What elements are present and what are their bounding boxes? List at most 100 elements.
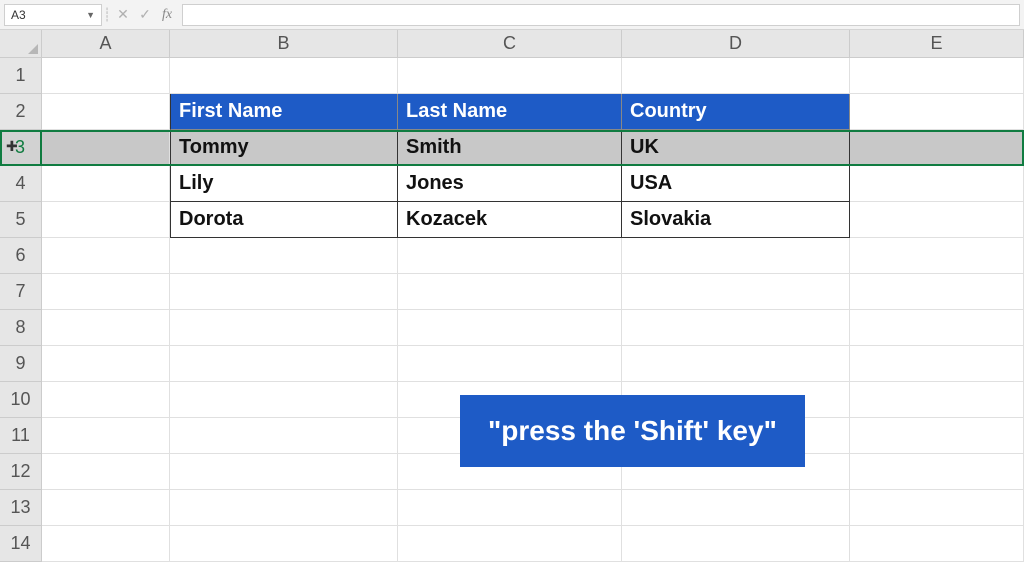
cell[interactable] — [850, 346, 1024, 382]
cell[interactable] — [850, 526, 1024, 562]
row-header-2[interactable]: 2 — [0, 94, 42, 130]
cell[interactable] — [42, 382, 170, 418]
cell[interactable] — [850, 58, 1024, 94]
row-header-5[interactable]: 5 — [0, 202, 42, 238]
cell[interactable] — [398, 526, 622, 562]
cell[interactable] — [170, 454, 398, 490]
col-header-C[interactable]: C — [398, 30, 622, 58]
cell[interactable] — [170, 58, 398, 94]
table-row — [42, 490, 1024, 526]
table-row — [42, 526, 1024, 562]
formula-input[interactable] — [182, 4, 1020, 26]
cell[interactable] — [398, 58, 622, 94]
cell[interactable] — [622, 490, 850, 526]
cell[interactable] — [170, 310, 398, 346]
cell[interactable] — [622, 238, 850, 274]
col-header-A[interactable]: A — [42, 30, 170, 58]
cell[interactable] — [850, 310, 1024, 346]
cell[interactable] — [42, 418, 170, 454]
row-header-14[interactable]: 14 — [0, 526, 42, 562]
cell[interactable] — [170, 526, 398, 562]
cell[interactable] — [850, 382, 1024, 418]
cell[interactable] — [42, 130, 170, 166]
fx-icon[interactable]: fx — [156, 4, 178, 26]
cell[interactable] — [170, 274, 398, 310]
cell[interactable] — [622, 58, 850, 94]
cell[interactable] — [42, 238, 170, 274]
cell[interactable] — [170, 418, 398, 454]
row-header-9[interactable]: 9 — [0, 346, 42, 382]
cell[interactable] — [42, 526, 170, 562]
col-header-D[interactable]: D — [622, 30, 850, 58]
row-header-6[interactable]: 6 — [0, 238, 42, 274]
header-first-name[interactable]: First Name — [170, 94, 398, 130]
cell[interactable] — [850, 94, 1024, 130]
cell-last-name[interactable]: Smith — [398, 130, 622, 166]
row-header-7[interactable]: 7 — [0, 274, 42, 310]
cell[interactable] — [850, 238, 1024, 274]
cell-first-name[interactable]: Dorota — [170, 202, 398, 238]
cell[interactable] — [398, 490, 622, 526]
cell[interactable] — [398, 346, 622, 382]
cell[interactable] — [42, 310, 170, 346]
row-headers: 1 2 3 4 5 6 7 8 9 10 11 12 13 14 — [0, 58, 42, 562]
chevron-down-icon[interactable]: ▼ — [86, 10, 95, 20]
row-header-10[interactable]: 10 — [0, 382, 42, 418]
row-header-13[interactable]: 13 — [0, 490, 42, 526]
col-header-E[interactable]: E — [850, 30, 1024, 58]
cell[interactable] — [42, 94, 170, 130]
cell[interactable] — [622, 310, 850, 346]
row-header-8[interactable]: 8 — [0, 310, 42, 346]
cell[interactable] — [398, 274, 622, 310]
table-row — [42, 58, 1024, 94]
table-row: First Name Last Name Country — [42, 94, 1024, 130]
cell[interactable] — [622, 274, 850, 310]
row-header-11[interactable]: 11 — [0, 418, 42, 454]
row-header-3[interactable]: 3 — [0, 130, 42, 166]
cell[interactable] — [622, 346, 850, 382]
formula-bar: A3 ▼ ┊ ✕ ✓ fx — [0, 0, 1024, 30]
cell[interactable] — [170, 238, 398, 274]
cell[interactable] — [850, 202, 1024, 238]
cell[interactable] — [42, 274, 170, 310]
header-last-name[interactable]: Last Name — [398, 94, 622, 130]
row-header-1[interactable]: 1 — [0, 58, 42, 94]
cell[interactable] — [170, 490, 398, 526]
cell-first-name[interactable]: Lily — [170, 166, 398, 202]
name-box[interactable]: A3 ▼ — [4, 4, 102, 26]
col-header-B[interactable]: B — [170, 30, 398, 58]
cell[interactable] — [42, 346, 170, 382]
cell[interactable] — [42, 454, 170, 490]
cell-last-name[interactable]: Jones — [398, 166, 622, 202]
cell[interactable] — [42, 490, 170, 526]
cell[interactable] — [850, 418, 1024, 454]
cell[interactable] — [42, 202, 170, 238]
cell[interactable] — [850, 490, 1024, 526]
confirm-icon[interactable]: ✓ — [134, 4, 156, 26]
cell[interactable] — [622, 526, 850, 562]
cells-area[interactable]: First Name Last Name Country Tommy Smith… — [42, 58, 1024, 562]
cell-first-name[interactable]: Tommy — [170, 130, 398, 166]
instruction-callout: "press the 'Shift' key" — [460, 395, 805, 467]
cell-last-name[interactable]: Kozacek — [398, 202, 622, 238]
cell[interactable] — [850, 454, 1024, 490]
cancel-icon[interactable]: ✕ — [112, 4, 134, 26]
cell[interactable] — [850, 130, 1024, 166]
cell[interactable] — [398, 238, 622, 274]
cell[interactable] — [42, 166, 170, 202]
cell[interactable] — [850, 166, 1024, 202]
select-all-corner[interactable] — [0, 30, 42, 58]
table-row — [42, 238, 1024, 274]
cell[interactable] — [42, 58, 170, 94]
cell-country[interactable]: USA — [622, 166, 850, 202]
row-header-4[interactable]: 4 — [0, 166, 42, 202]
cell[interactable] — [398, 310, 622, 346]
cell-country[interactable]: UK — [622, 130, 850, 166]
cell[interactable] — [850, 274, 1024, 310]
cell[interactable] — [170, 382, 398, 418]
row-header-12[interactable]: 12 — [0, 454, 42, 490]
cell[interactable] — [170, 346, 398, 382]
header-country[interactable]: Country — [622, 94, 850, 130]
cell-country[interactable]: Slovakia — [622, 202, 850, 238]
table-row — [42, 346, 1024, 382]
